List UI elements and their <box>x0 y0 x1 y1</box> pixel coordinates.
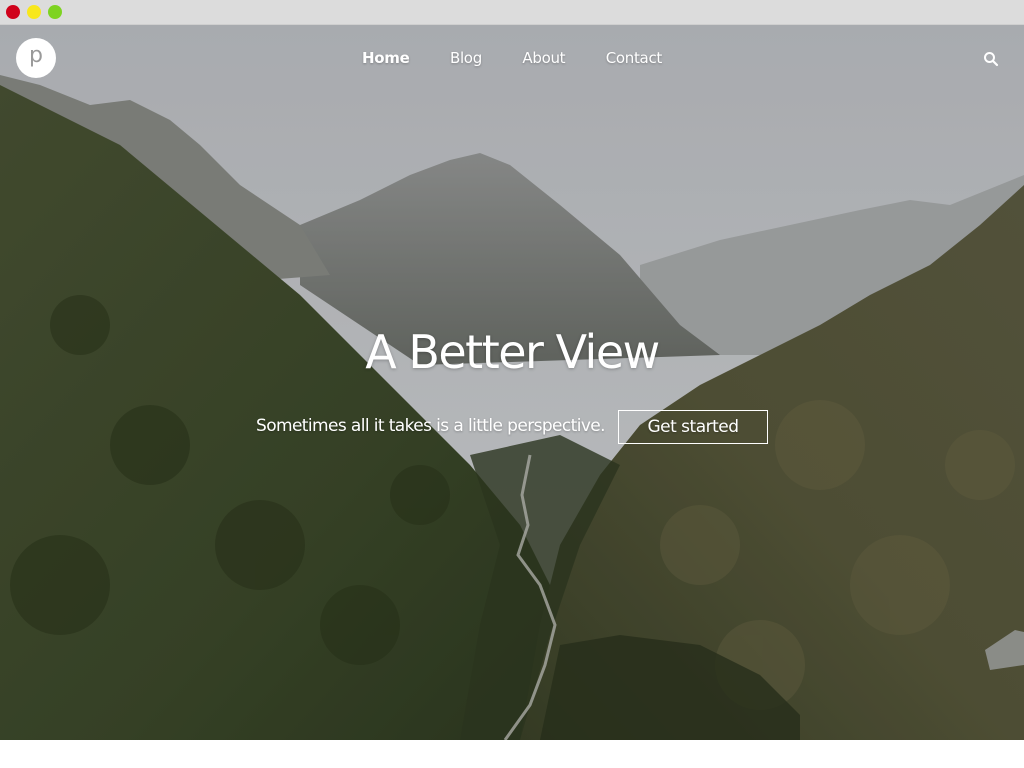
main-nav: Home Blog About Contact <box>0 49 1024 67</box>
nav-item-about[interactable]: About <box>522 49 565 67</box>
window-titlebar <box>0 0 1024 25</box>
browser-window: p Home Blog About Contact A Better View … <box>0 0 1024 768</box>
hero-overlay <box>0 25 1024 740</box>
nav-item-contact[interactable]: Contact <box>606 49 663 67</box>
nav-item-blog[interactable]: Blog <box>450 49 482 67</box>
hero-subtitle: Sometimes all it takes is a little persp… <box>256 416 606 436</box>
search-icon[interactable] <box>983 51 999 67</box>
page-below-hero <box>0 740 1024 768</box>
window-maximize-button[interactable] <box>48 5 62 19</box>
window-minimize-button[interactable] <box>27 5 41 19</box>
nav-item-home[interactable]: Home <box>362 49 410 67</box>
hero-title: A Better View <box>365 325 660 379</box>
hero-section: p Home Blog About Contact A Better View … <box>0 25 1024 740</box>
window-close-button[interactable] <box>6 5 20 19</box>
get-started-button[interactable]: Get started <box>618 410 768 444</box>
